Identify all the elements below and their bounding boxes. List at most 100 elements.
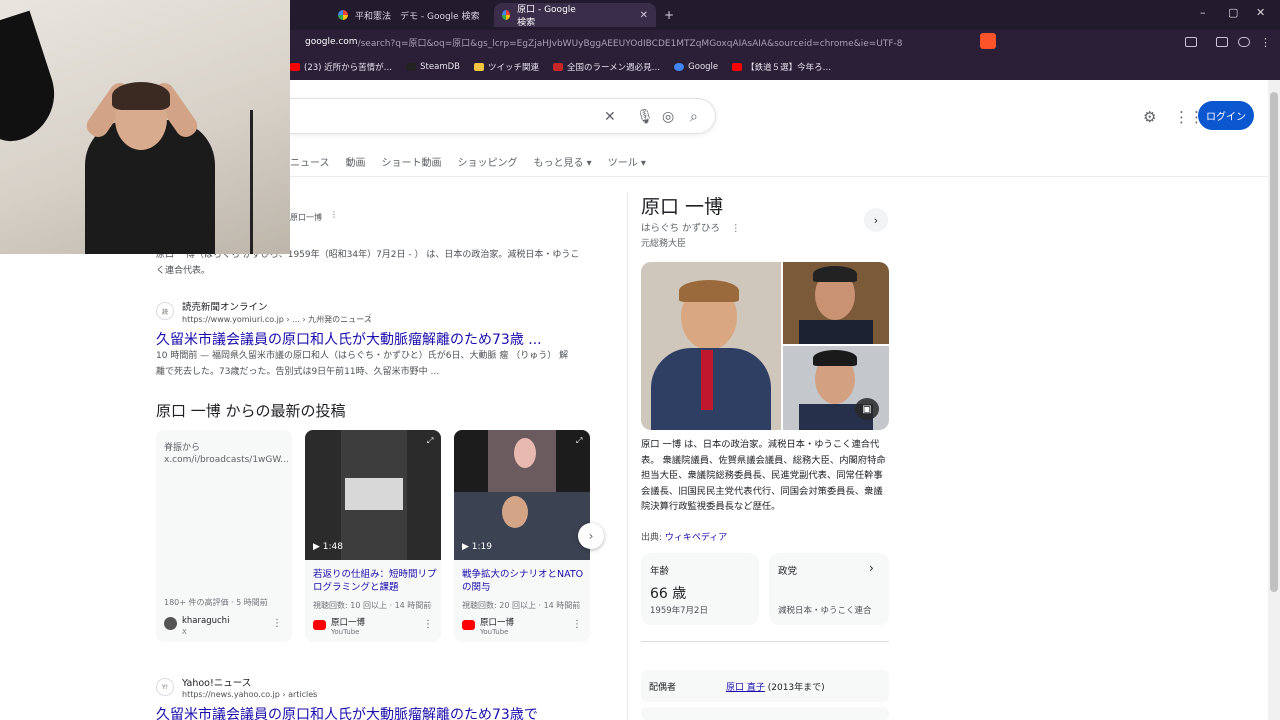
post-card[interactable]: 脊振から x.com/i/broadcasts/1wGW... 180+ 件の高… (156, 430, 292, 642)
maximize-icon[interactable]: ▢ (1228, 6, 1238, 19)
close-tab-icon[interactable]: ✕ (640, 10, 648, 21)
reading-mode-icon[interactable] (1238, 37, 1250, 47)
wikipedia-link[interactable]: ウィキペディア (665, 533, 727, 543)
install-app-icon[interactable] (1185, 37, 1197, 47)
video-duration: ▶ 1:19 (462, 542, 492, 552)
more-options-icon[interactable]: ⋮ (572, 619, 582, 630)
result-url: https://www.yomiuri.co.jp › ... › 九州発のニュ… (182, 315, 372, 324)
panel-divider (627, 192, 628, 720)
snippet-line: く連合代表。 (156, 266, 211, 276)
lens-icon[interactable]: ◎ (662, 109, 674, 125)
more-options-icon[interactable]: ⋮ (330, 210, 338, 219)
menu-icon[interactable]: ⋮ (1260, 36, 1271, 49)
row-label: 配偶者 (649, 683, 677, 693)
microphone-icon[interactable]: 🎙 (636, 109, 654, 125)
brave-shield-icon[interactable] (980, 33, 996, 49)
video-card[interactable]: ⤢ ▶ 1:19 戦争拡大のシナリオとNATOの関与 視聴回数: 20 回以上 … (454, 430, 590, 642)
fact-sub: 減税日本・ゆうこく連合 (778, 606, 872, 616)
clear-icon[interactable]: ✕ (604, 109, 616, 125)
sidebar-icon[interactable] (1216, 37, 1228, 47)
more-options-icon[interactable]: ⋮ (366, 313, 374, 322)
panel-row-spouse: 配偶者 原口 直子 (2013年まで) (641, 670, 889, 702)
divider (641, 641, 889, 642)
video-thumbnail: ⤢ (305, 430, 441, 560)
google-favicon-icon (338, 10, 348, 20)
login-button[interactable]: ログイン (1198, 101, 1254, 130)
post-link: x.com/i/broadcasts/1wGW... (164, 455, 289, 465)
tab-title: 原口 - Google 検索 (517, 5, 576, 28)
expand-icon[interactable]: ⤢ (576, 436, 582, 446)
close-window-icon[interactable]: ✕ (1256, 6, 1265, 19)
tab-more[interactable]: もっと見る ▾ (534, 154, 592, 169)
bookmark-item[interactable]: 【鉄道５選】今年ろ… (732, 61, 831, 73)
new-tab-button[interactable]: + (664, 3, 674, 27)
result-title-link[interactable]: 久留米市議会議員の原口和人氏が大動脈瘤解離のため73歳で (156, 704, 538, 720)
more-options-icon[interactable]: ⋮ (272, 618, 282, 629)
panel-description: 原口 一博 は、日本の政治家。減税日本・ゆうこく連合代表。 衆議院議員、佐賀県議… (641, 439, 886, 512)
tab-inactive[interactable]: 平和憲法 デモ - Google 検索 (338, 3, 480, 27)
minimize-icon[interactable]: – (1200, 6, 1206, 19)
bookmark-item[interactable]: ツイッチ関連 (473, 61, 539, 73)
youtube-icon (462, 620, 475, 630)
tab-short-videos[interactable]: ショート動画 (382, 154, 442, 169)
bookmark-item[interactable]: SteamDB (406, 62, 460, 72)
image-gallery-icon[interactable]: ▣ (855, 398, 879, 420)
post-author: kharaguchi (182, 616, 230, 626)
expand-icon[interactable]: ⤢ (427, 436, 433, 446)
lamp (0, 10, 67, 150)
search-input[interactable]: ✕ 🎙 ◎ ⌕ (270, 98, 716, 134)
video-thumbnail: ⤢ (454, 430, 590, 560)
chevron-right-icon: › (873, 213, 879, 227)
tab-tools[interactable]: ツール ▾ (608, 154, 646, 169)
search-icon[interactable]: ⌕ (690, 109, 698, 125)
panel-reading: はらぐち かずひろ ⋮ (641, 220, 741, 234)
bookmark-icon (406, 63, 417, 71)
yomiuri-favicon-icon: 読 (156, 302, 174, 320)
chevron-right-icon: › (869, 561, 874, 575)
reading-text: はらぐち かずひろ (641, 223, 721, 234)
scrollbar[interactable] (1268, 80, 1280, 720)
video-author: 原口一博 (331, 618, 366, 628)
address-path: /search?q=原口&oq=原口&gs_lcrp=EgZjaHJvbWUyB… (357, 38, 903, 49)
result-source: 原口一博 (290, 213, 322, 222)
spouse-note: (2013年まで) (764, 683, 825, 693)
panel-next-button[interactable]: › (864, 208, 888, 232)
bookmark-label: Google (688, 62, 719, 72)
bookmark-label: 【鉄道５選】今年ろ… (746, 63, 832, 73)
person-hair (112, 82, 170, 110)
fact-card-party[interactable]: 政党 › 減税日本・ゆうこく連合 (769, 553, 889, 625)
tab-shopping[interactable]: ショッピング (458, 154, 518, 169)
scrollbar-thumb[interactable] (1270, 92, 1278, 592)
video-duration: ▶ 1:48 (313, 542, 343, 552)
yahoo-favicon-icon: Y! (156, 678, 174, 696)
person-photo[interactable] (641, 262, 781, 430)
tab-videos[interactable]: 動画 (346, 154, 366, 169)
address-bar[interactable]: google.com/search?q=原口&oq=原口&gs_lcrp=EgZ… (290, 33, 998, 51)
more-options-icon[interactable]: ⋮ (310, 689, 318, 698)
bookmark-item[interactable]: (23) 近所から苦情が… (290, 61, 392, 73)
more-options-icon[interactable]: ⋮ (731, 223, 741, 234)
video-title-link[interactable]: 若返りの仕組み：短時間リプログラミングと課題 (313, 568, 437, 594)
result-source: 読売新聞オンライン (182, 302, 268, 313)
result-snippet: 10 時間前 — 福岡県久留米市議の原口和人（はらぐち・かずひと）氏が6日、大動… (156, 348, 568, 380)
bookmark-item[interactable]: Google (674, 62, 718, 72)
tab-active[interactable]: 原口 - Google 検索 ✕ (494, 3, 656, 28)
fact-label: 政党 (778, 566, 798, 577)
result-title-link[interactable]: 久留米市議会議員の原口和人氏が大動脈瘤解離のため73歳 ... (156, 329, 542, 349)
person-photo[interactable] (783, 262, 889, 344)
video-title-link[interactable]: 戦争拡大のシナリオとNATOの関与 (462, 568, 586, 594)
carousel-next-button[interactable]: › (578, 523, 604, 549)
tab-news[interactable]: ニュース (290, 154, 330, 169)
settings-gear-icon[interactable]: ⚙ (1143, 108, 1156, 126)
spouse-link[interactable]: 原口 直子 (726, 683, 765, 693)
more-options-icon[interactable]: ⋮ (423, 619, 433, 630)
folder-icon (473, 63, 484, 71)
fact-card-age[interactable]: 年齢 66 歳 1959年7月2日 (641, 553, 759, 625)
chevron-right-icon: › (588, 529, 594, 543)
search-nav-tabs: ニュース 動画 ショート動画 ショッピング もっと見る ▾ ツール ▾ (290, 154, 662, 169)
tripod (250, 110, 253, 254)
bookmark-item[interactable]: 全国のラーメン週必見… (553, 61, 660, 73)
person-photo[interactable]: ▣ (783, 346, 889, 430)
video-card[interactable]: ⤢ ▶ 1:48 若返りの仕組み：短時間リプログラミングと課題 視聴回数: 10… (305, 430, 441, 642)
video-source: YouTube (480, 628, 509, 636)
